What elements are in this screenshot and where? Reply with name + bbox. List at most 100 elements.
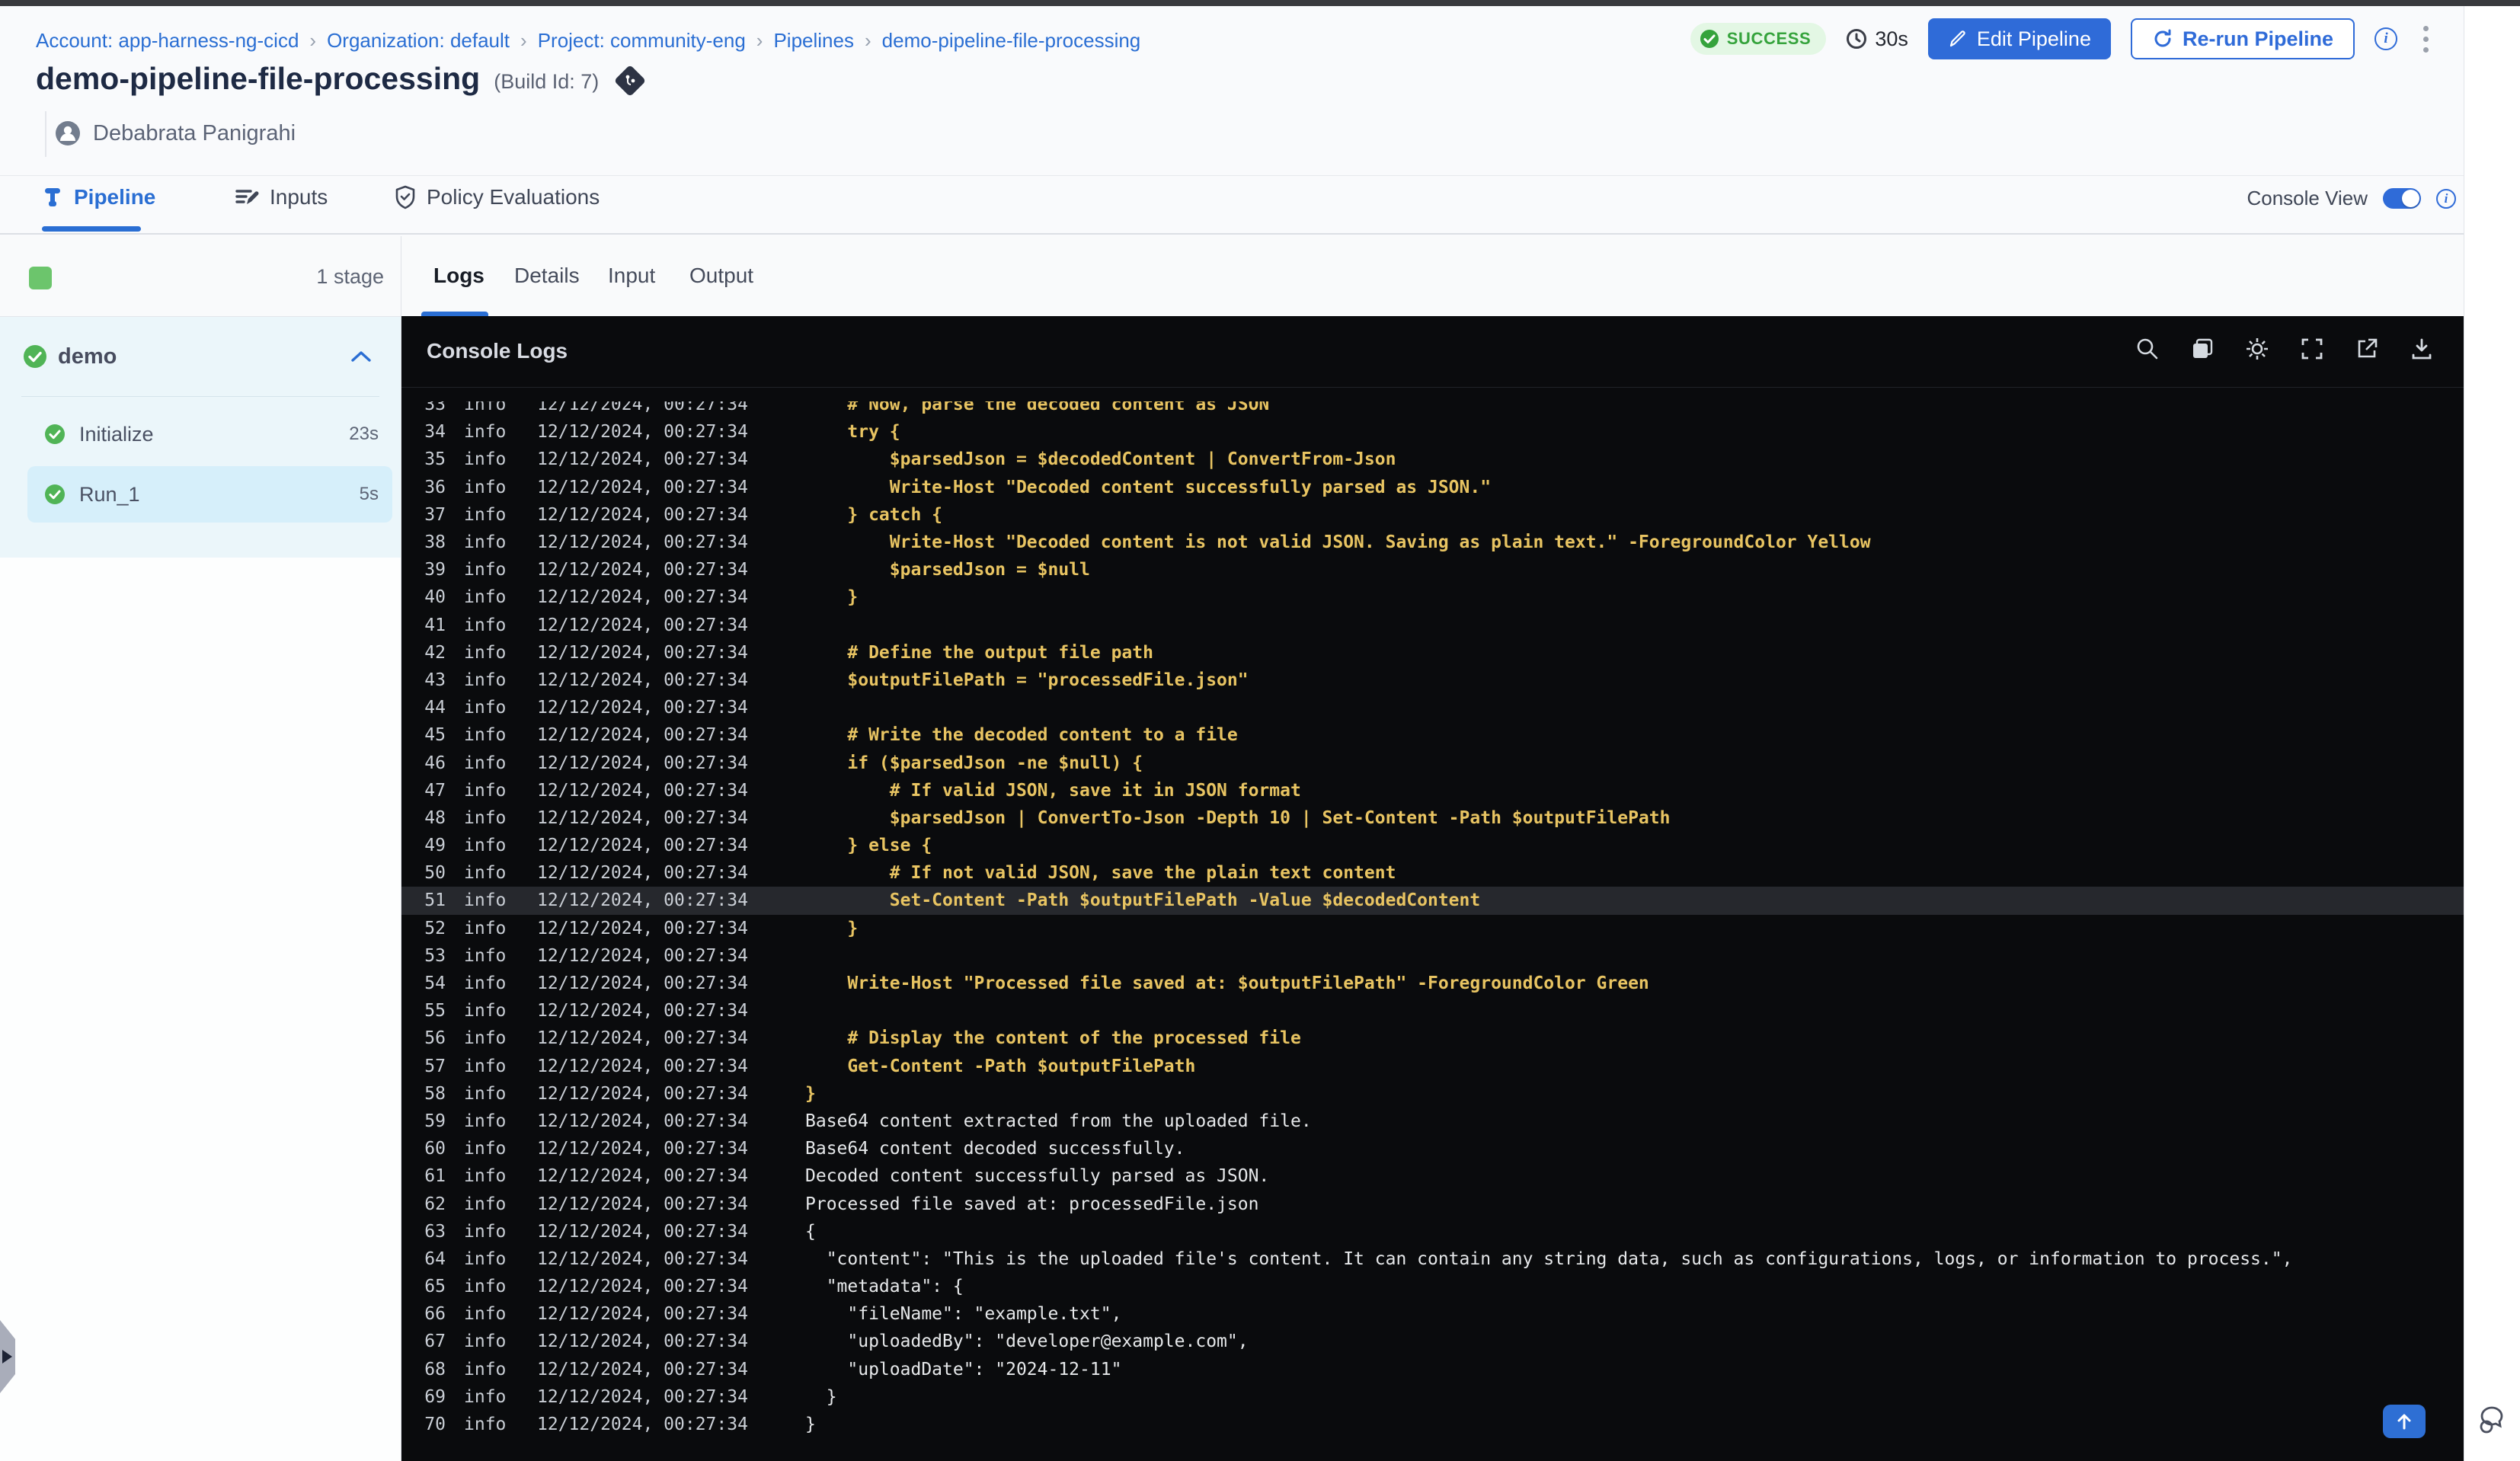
tab-logs[interactable]: Logs [433, 264, 484, 288]
log-scroll-area[interactable]: 33 info 12/12/2024, 00:27:34 # Now, pars… [401, 401, 2464, 1461]
log-level: info [464, 1139, 507, 1159]
more-options-kebab-icon[interactable] [2417, 23, 2435, 56]
log-lines: 33 info 12/12/2024, 00:27:34 # Now, pars… [401, 401, 2464, 1438]
log-level: info [464, 945, 507, 966]
log-timestamp: 12/12/2024, 00:27:34 [537, 1166, 748, 1187]
log-line: 60 info 12/12/2024, 00:27:34 Base64 cont… [401, 1135, 2464, 1162]
log-level: info [464, 504, 507, 525]
breadcrumb-link-project[interactable]: Project: community-eng [538, 29, 746, 53]
tab-pipeline[interactable]: Pipeline [42, 185, 155, 209]
log-line: 55 info 12/12/2024, 00:27:34 [401, 997, 2464, 1025]
tab-output[interactable]: Output [689, 264, 753, 288]
log-timestamp: 12/12/2024, 00:27:34 [537, 642, 748, 663]
log-message: } else { [805, 836, 932, 856]
log-line: 69 info 12/12/2024, 00:27:34 } [401, 1383, 2464, 1411]
log-line-number: 57 [424, 1056, 446, 1076]
log-level: info [464, 1111, 507, 1131]
breadcrumb-link-current-pipeline[interactable]: demo-pipeline-file-processing [882, 29, 1141, 53]
log-timestamp: 12/12/2024, 00:27:34 [537, 587, 748, 608]
log-timestamp: 12/12/2024, 00:27:34 [537, 401, 748, 415]
stage-status-square[interactable] [29, 267, 52, 289]
download-icon[interactable] [2409, 336, 2435, 362]
log-timestamp: 12/12/2024, 00:27:34 [537, 615, 748, 635]
execution-info-icon[interactable]: i [2374, 27, 2397, 50]
log-line-number: 36 [424, 477, 446, 497]
log-tab-bar: Logs Details Input Output [401, 236, 2464, 317]
breadcrumb-link-account[interactable]: Account: app-harness-ng-cicd [36, 29, 299, 53]
log-message: Write-Host "Decoded content is not valid… [805, 532, 1871, 553]
log-message: $parsedJson = $null [805, 560, 1090, 580]
build-id-label: (Build Id: 7) [494, 70, 600, 93]
log-timestamp: 12/12/2024, 00:27:34 [537, 670, 748, 690]
log-message: { [805, 1221, 816, 1242]
settings-icon[interactable] [2244, 336, 2270, 362]
log-timestamp: 12/12/2024, 00:27:34 [537, 1028, 748, 1049]
breadcrumb-item: Pipelines › [773, 29, 881, 53]
log-line: 39 info 12/12/2024, 00:27:34 $parsedJson… [401, 556, 2464, 583]
search-icon[interactable] [2135, 336, 2160, 362]
tab-input[interactable]: Input [608, 264, 655, 288]
log-timestamp: 12/12/2024, 00:27:34 [537, 1111, 748, 1131]
tab-policy-evaluations[interactable]: Policy Evaluations [395, 185, 600, 209]
log-line-number: 67 [424, 1332, 446, 1352]
rerun-pipeline-button[interactable]: Re-run Pipeline [2130, 18, 2355, 59]
log-line: 35 info 12/12/2024, 00:27:34 $parsedJson… [401, 446, 2464, 473]
log-timestamp: 12/12/2024, 00:27:34 [537, 807, 748, 828]
scroll-to-top-button[interactable] [2383, 1405, 2426, 1438]
log-line: 49 info 12/12/2024, 00:27:34 } else { [401, 832, 2464, 859]
breadcrumb-separator: › [520, 29, 527, 52]
stage-row-demo[interactable]: demo [0, 328, 401, 385]
breadcrumb-link-organization[interactable]: Organization: default [327, 29, 510, 53]
log-line: 48 info 12/12/2024, 00:27:34 $parsedJson… [401, 804, 2464, 832]
log-message: Set-Content -Path $outputFilePath -Value… [805, 890, 1481, 911]
log-level: info [464, 477, 507, 497]
console-view-toggle[interactable] [2383, 188, 2421, 209]
log-timestamp: 12/12/2024, 00:27:34 [537, 725, 748, 746]
log-message: # If not valid JSON, save the plain text… [805, 863, 1396, 884]
log-message: "fileName": "example.txt", [805, 1304, 1122, 1325]
tab-details[interactable]: Details [514, 264, 580, 288]
log-message: } [805, 918, 859, 938]
support-chat-icon[interactable] [2477, 1403, 2510, 1437]
refresh-icon [2152, 28, 2173, 50]
breadcrumb-item: Organization: default › [327, 29, 538, 53]
log-line-number: 66 [424, 1304, 446, 1325]
log-line-number: 59 [424, 1111, 446, 1131]
edit-pipeline-button[interactable]: Edit Pipeline [1927, 18, 2111, 59]
log-message: "metadata": { [805, 1277, 964, 1297]
log-line-number: 44 [424, 698, 446, 718]
log-level: info [464, 1221, 507, 1242]
log-line-number: 34 [424, 422, 446, 443]
console-view-info-icon[interactable]: i [2436, 188, 2456, 209]
stage-name: demo [58, 344, 117, 369]
log-line: 56 info 12/12/2024, 00:27:34 # Display t… [401, 1025, 2464, 1052]
log-timestamp: 12/12/2024, 00:27:34 [537, 1083, 748, 1104]
log-level: info [464, 890, 507, 911]
breadcrumb-separator: › [864, 29, 871, 52]
log-line-number: 70 [424, 1415, 446, 1435]
console-header: Console Logs [401, 316, 2464, 388]
step-row-run-1[interactable]: Run_1 5s [27, 466, 392, 523]
shield-check-icon [395, 185, 416, 209]
log-line-number: 47 [424, 780, 446, 801]
log-line: 47 info 12/12/2024, 00:27:34 # If valid … [401, 777, 2464, 804]
log-line: 40 info 12/12/2024, 00:27:34 } [401, 583, 2464, 611]
log-line: 58 info 12/12/2024, 00:27:34 } [401, 1080, 2464, 1108]
log-level: info [464, 587, 507, 608]
stage-tree: demo Initialize 23s Run_1 5s [0, 317, 401, 558]
pipeline-icon [42, 186, 63, 209]
tab-inputs[interactable]: Inputs [235, 185, 328, 209]
log-message: $parsedJson = $decodedContent | ConvertF… [805, 449, 1396, 470]
log-level: info [464, 532, 507, 553]
log-level: info [464, 1359, 507, 1379]
chevron-up-icon[interactable] [350, 350, 372, 363]
copy-icon[interactable] [2189, 336, 2215, 362]
user-connector-line [45, 111, 46, 157]
step-row-initialize[interactable]: Initialize 23s [27, 410, 392, 459]
breadcrumb-link-pipelines[interactable]: Pipelines [773, 29, 854, 53]
log-timestamp: 12/12/2024, 00:27:34 [537, 1221, 748, 1242]
open-in-new-icon[interactable] [2354, 336, 2380, 362]
git-commit-icon[interactable] [614, 64, 647, 97]
fullscreen-icon[interactable] [2299, 336, 2325, 362]
log-level: info [464, 1386, 507, 1407]
